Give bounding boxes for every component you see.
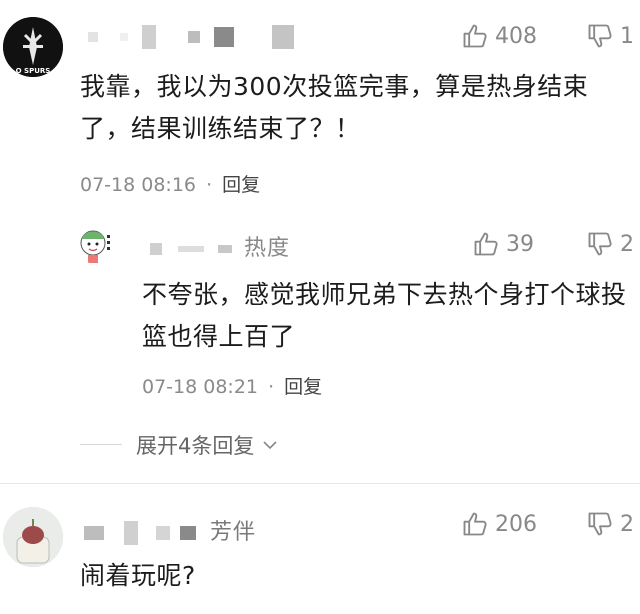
reply-timestamp: 07-18 08:21 bbox=[142, 376, 259, 398]
reply-username[interactable]: 热度 bbox=[150, 230, 290, 262]
comment-divider bbox=[0, 483, 640, 484]
username-text: 芳伴 bbox=[210, 520, 257, 545]
reply-username-text: 热度 bbox=[244, 236, 291, 261]
thumbs-down-icon bbox=[588, 24, 612, 48]
thumbs-down-icon bbox=[588, 512, 612, 536]
thumbs-up-icon bbox=[463, 24, 487, 48]
cartoon-avatar-icon bbox=[80, 230, 110, 263]
reply-like-count: 39 bbox=[506, 231, 534, 257]
reply-separator: · bbox=[268, 376, 275, 398]
like-button[interactable]: 206 bbox=[461, 510, 537, 538]
separator: · bbox=[206, 174, 213, 196]
expand-replies-button[interactable]: 展开4条回复 bbox=[136, 430, 280, 460]
like-count: 206 bbox=[495, 511, 537, 537]
expand-divider bbox=[80, 444, 122, 445]
reply-meta: 07-18 08:21 · 回复 bbox=[142, 372, 322, 399]
dislike-count: 2 bbox=[620, 511, 634, 537]
timestamp: 07-18 08:16 bbox=[80, 174, 197, 196]
reply-dislike-count: 2 bbox=[620, 231, 634, 257]
like-count: 408 bbox=[495, 23, 537, 49]
comment-meta: 07-18 08:16 · 回复 bbox=[80, 170, 260, 197]
avatar[interactable] bbox=[3, 507, 63, 567]
thumbs-up-icon bbox=[463, 512, 487, 536]
avatar[interactable]: O SPURS bbox=[3, 17, 63, 77]
dislike-count: 1 bbox=[620, 23, 634, 49]
photo-avatar-icon bbox=[3, 507, 63, 567]
reply-reply-button[interactable]: 回复 bbox=[284, 376, 322, 398]
comment-text: 我靠，我以为300次投篮完事，算是热身结束了，结果训练结束了？！ bbox=[80, 72, 589, 143]
reply-like-button[interactable]: 39 bbox=[472, 230, 534, 258]
thumbs-down-icon bbox=[588, 232, 612, 256]
reply-avatar[interactable] bbox=[77, 223, 119, 265]
dislike-button[interactable]: 2 bbox=[586, 510, 634, 538]
thumbs-up-icon bbox=[474, 232, 498, 256]
avatar-label: O SPURS bbox=[16, 67, 51, 75]
reply-dislike-button[interactable]: 2 bbox=[586, 230, 634, 258]
like-button[interactable]: 408 bbox=[461, 22, 537, 50]
dislike-button[interactable]: 1 bbox=[586, 22, 634, 50]
reply-button[interactable]: 回复 bbox=[222, 174, 260, 196]
expand-label: 展开4条回复 bbox=[136, 434, 255, 458]
spurs-logo-icon: O SPURS bbox=[3, 17, 63, 77]
chevron-down-icon bbox=[263, 441, 277, 450]
comment-text: 闹着玩呢? bbox=[80, 561, 196, 590]
username[interactable] bbox=[88, 24, 294, 49]
reply-text: 不夸张，感觉我师兄弟下去热个身打个球投篮也得上百了 bbox=[142, 280, 627, 351]
username[interactable]: 芳伴 bbox=[84, 514, 256, 546]
